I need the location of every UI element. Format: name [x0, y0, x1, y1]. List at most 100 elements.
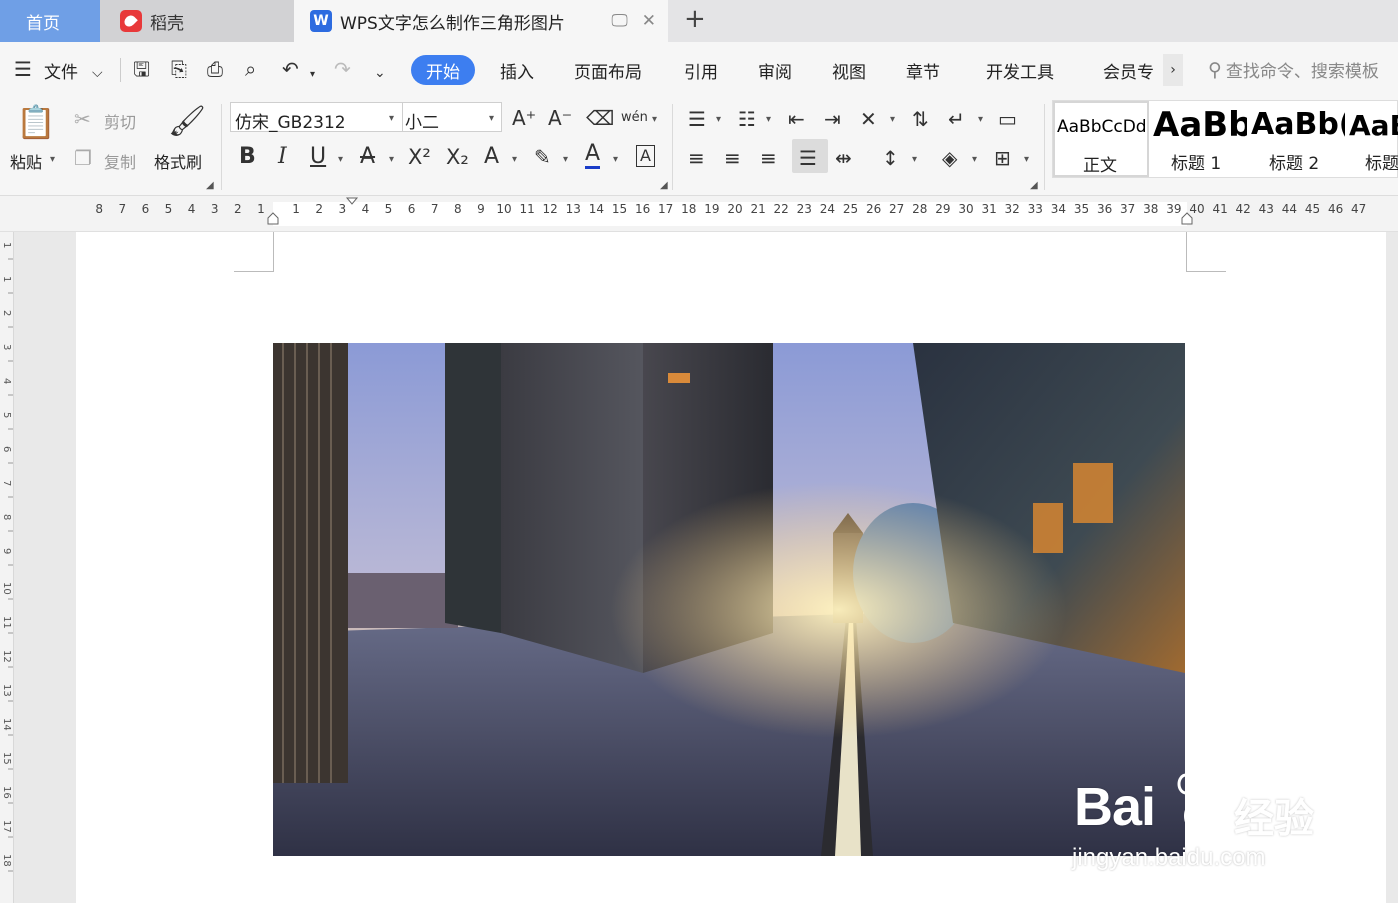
redo-icon[interactable]: ↷ — [334, 58, 351, 80]
paste-dropdown-icon[interactable]: ▾ — [50, 154, 55, 165]
tab-daoke[interactable]: 稻壳 — [100, 0, 294, 42]
bold-icon[interactable]: B — [239, 145, 256, 169]
character-border-icon[interactable]: A — [636, 145, 655, 167]
show-marks-icon[interactable]: ↵ — [948, 107, 965, 131]
menu-view[interactable]: 视图 — [832, 58, 866, 83]
bullet-list-dropdown-icon[interactable]: ▾ — [716, 114, 721, 125]
borders-dropdown-icon[interactable]: ▾ — [1024, 154, 1029, 165]
font-size-input[interactable]: 小二 — [405, 108, 439, 133]
show-marks-dropdown-icon[interactable]: ▾ — [978, 114, 983, 125]
justify-icon[interactable]: ☰ — [799, 146, 817, 170]
strikethrough-icon[interactable]: A — [360, 145, 375, 169]
undo-icon[interactable]: ↶ — [282, 58, 299, 80]
style-heading-1[interactable]: AaBb 标题 1 — [1151, 101, 1247, 177]
chevron-down-icon[interactable]: ⌵ — [92, 62, 103, 84]
highlight-dropdown-icon[interactable]: ▾ — [563, 154, 568, 165]
font-color-dropdown-icon[interactable]: ▾ — [613, 154, 618, 165]
paragraph-dialog-launcher-icon[interactable]: ◢ — [1030, 180, 1038, 191]
sort-icon[interactable]: ⇅ — [912, 107, 929, 131]
scissors-icon[interactable]: ✂ — [74, 107, 91, 131]
ruler-toggle-icon[interactable]: ▭ — [998, 107, 1017, 131]
line-spacing-icon[interactable]: ↕ — [882, 146, 899, 170]
clipboard-dialog-launcher-icon[interactable]: ◢ — [206, 180, 214, 191]
highlight-marker-icon[interactable]: ✎ — [534, 145, 551, 169]
menu-page-layout[interactable]: 页面布局 — [574, 58, 642, 83]
command-search[interactable]: ⚲ 查找命令、搜索模板 — [1208, 57, 1379, 83]
font-selector[interactable]: 仿宋_GB2312 ▾ 小二 ▾ — [230, 102, 502, 133]
print-preview-icon[interactable]: ⌕ — [245, 58, 256, 80]
chinese-layout-icon[interactable]: ✕ — [860, 107, 877, 131]
paste-icon[interactable]: 📋 — [16, 104, 56, 140]
copy-button[interactable]: 复制 — [104, 149, 136, 173]
menu-references[interactable]: 引用 — [684, 58, 718, 83]
line-spacing-dropdown-icon[interactable]: ▾ — [912, 154, 917, 165]
shading-icon[interactable]: ◈ — [942, 146, 957, 170]
export-pdf-icon[interactable]: ⎘ — [171, 58, 187, 80]
increase-indent-icon[interactable]: ⇥ — [824, 107, 841, 131]
monitor-icon[interactable]: 🖵 — [611, 11, 627, 31]
numbered-list-icon[interactable]: ☷ — [738, 107, 756, 131]
underline-icon[interactable]: U — [310, 145, 326, 169]
subscript-icon[interactable]: X₂ — [446, 145, 469, 169]
menu-home-start[interactable]: 开始 — [411, 55, 475, 85]
decrease-indent-icon[interactable]: ⇤ — [788, 107, 805, 131]
decrease-font-size-icon[interactable]: A⁻ — [548, 106, 572, 130]
copy-icon[interactable]: ❐ — [74, 146, 92, 170]
format-painter-icon[interactable]: 🖌 — [168, 104, 206, 140]
numbered-list-dropdown-icon[interactable]: ▾ — [766, 114, 771, 125]
watermark-brand-cn: 经验 — [1234, 796, 1314, 842]
tab-home[interactable]: 首页 — [0, 0, 100, 42]
inserted-city-photo[interactable] — [273, 343, 1185, 856]
style-heading-2-name: 标题 2 — [1269, 154, 1320, 174]
font-name-dropdown-icon[interactable]: ▾ — [389, 113, 394, 124]
text-effect-icon[interactable]: A — [484, 145, 499, 169]
menu-chapter[interactable]: 章节 — [906, 58, 940, 83]
menu-review[interactable]: 审阅 — [758, 58, 792, 83]
font-name-input[interactable]: 仿宋_GB2312 — [235, 108, 346, 133]
font-dialog-launcher-icon[interactable]: ◢ — [660, 180, 668, 191]
underline-dropdown-icon[interactable]: ▾ — [338, 154, 343, 165]
print-icon[interactable]: ⎙ — [207, 58, 223, 80]
vertical-ruler[interactable]: 1 1 2 3 4 5 6 7 8 9 10 11 12 13 14 15 16 17 18 — [0, 232, 14, 903]
menu-file[interactable]: 文件 — [44, 58, 78, 83]
save-icon[interactable]: 🖫 — [133, 58, 150, 80]
customize-toolbar-icon[interactable]: ⌄ — [374, 62, 386, 84]
increase-font-size-icon[interactable]: A⁺ — [512, 106, 536, 130]
ruler-tick-label: 33 — [1028, 202, 1043, 216]
borders-icon[interactable]: ⊞ — [994, 146, 1011, 170]
menu-more-chevron-icon[interactable]: › — [1163, 54, 1183, 86]
align-left-icon[interactable]: ≡ — [688, 146, 705, 170]
clear-format-eraser-icon[interactable]: ⌫ — [586, 106, 614, 130]
style-heading[interactable]: AaB 标题 — [1347, 101, 1398, 177]
style-heading-2[interactable]: AaBb( 标题 2 — [1249, 101, 1345, 177]
hamburger-menu-icon[interactable]: ☰ — [14, 58, 32, 80]
align-right-icon[interactable]: ≡ — [760, 146, 777, 170]
shading-dropdown-icon[interactable]: ▾ — [972, 154, 977, 165]
strikethrough-dropdown-icon[interactable]: ▾ — [389, 154, 394, 165]
bullet-list-icon[interactable]: ☰ — [688, 107, 706, 131]
paste-button[interactable]: 粘贴 — [10, 149, 42, 173]
undo-dropdown-icon[interactable]: ▾ — [310, 64, 315, 86]
phonetic-guide-icon[interactable]: wén — [621, 106, 648, 130]
ruler-tick-label: 41 — [1212, 202, 1227, 216]
menu-insert[interactable]: 插入 — [500, 58, 534, 83]
distributed-align-icon[interactable]: ⇹ — [835, 146, 852, 170]
superscript-icon[interactable]: X² — [408, 145, 431, 169]
menu-member[interactable]: 会员专 — [1103, 58, 1154, 83]
close-icon[interactable]: ✕ — [642, 11, 656, 31]
italic-icon[interactable]: I — [278, 145, 287, 169]
chinese-layout-dropdown-icon[interactable]: ▾ — [890, 114, 895, 125]
font-size-dropdown-icon[interactable]: ▾ — [489, 113, 494, 124]
format-painter-button[interactable]: 格式刷 — [154, 149, 202, 173]
menu-developer[interactable]: 开发工具 — [986, 58, 1054, 83]
font-color-icon[interactable]: A — [585, 142, 601, 169]
style-normal[interactable]: AaBbCcDd 正文 — [1053, 101, 1149, 177]
horizontal-ruler[interactable]: 8 7 6 5 4 3 2 1 1 2 3 4 5 6 7 8 9 10 11 12 13 14 15 16 17 18 19 20 2… — [0, 196, 1398, 232]
tab-document[interactable]: W WPS文字怎么制作三角形图片 🖵 ✕ — [294, 0, 668, 42]
new-tab-plus-icon[interactable]: + — [684, 4, 706, 34]
align-center-icon[interactable]: ≡ — [724, 146, 741, 170]
cut-button[interactable]: 剪切 — [104, 109, 136, 133]
watermark-brand: Bai — [1074, 777, 1156, 837]
text-effect-dropdown-icon[interactable]: ▾ — [512, 154, 517, 165]
phonetic-dropdown-icon[interactable]: ▾ — [652, 114, 657, 125]
